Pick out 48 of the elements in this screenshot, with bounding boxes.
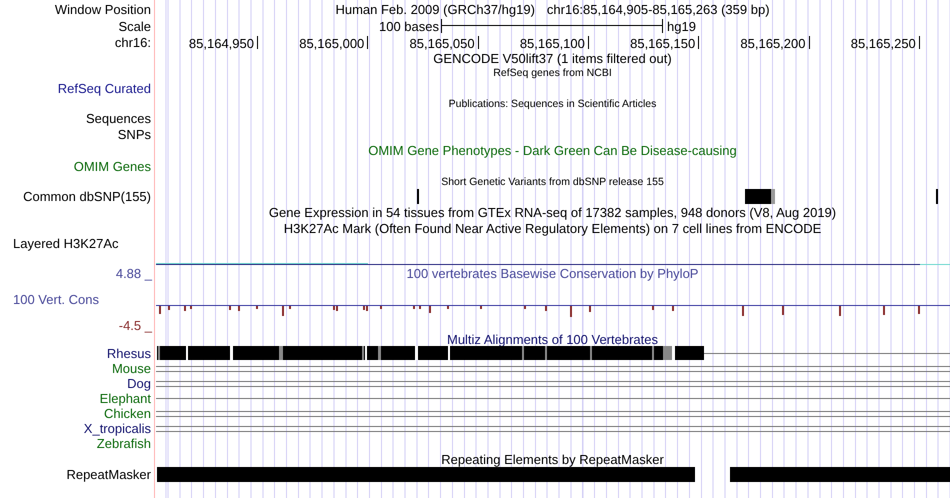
track-label[interactable]: X_tropicalis [84, 421, 151, 436]
position-title: chr16:85,164,905-85,165,263 (359 bp) [546, 2, 770, 16]
track-title: Publications: Sequences in Scientific Articles [448, 98, 656, 110]
track-title: Multiz Alignments of 100 Vertebrates [446, 332, 658, 347]
track-label[interactable]: Mouse [112, 361, 151, 376]
tick-label: 85,164,950 [188, 36, 255, 51]
row-label: Scale [118, 18, 151, 34]
track-label[interactable]: OMIM Genes [74, 159, 151, 174]
track-label[interactable]: Rhesus [106, 346, 151, 361]
track-title: 100 vertebrates Basewise Conservation by PhyloP [406, 266, 698, 281]
track-title: H3K27Ac Mark (Often Found Near Active Regulatory Elements) on 7 cell lines from ENCODE [284, 221, 822, 236]
assembly-title: Human Feb. 2009 (GRCh37/hg19) [335, 2, 535, 16]
track-label[interactable]: Zebrafish [96, 436, 151, 451]
row-label: chr16: [114, 35, 151, 50]
track-title: RefSeq genes from NCBI [493, 67, 612, 79]
track-title: Gene Expression in 54 tissues from GTEx RNA-seq of 17382 samples, 948 donors (V8, Aug 2019) [268, 205, 836, 220]
track-label[interactable]: Chicken [104, 406, 151, 421]
scale-length: 100 bases [379, 18, 440, 34]
tick-label: 85,165,100 [520, 36, 586, 51]
track-label[interactable]: 100 Vert. Cons [0, 292, 99, 307]
track-label[interactable]: RepeatMasker [66, 467, 151, 482]
axis-max-label: 4.88 _ [114, 266, 152, 281]
track-label[interactable]: SNPs [118, 126, 151, 142]
axis-min-label: -4.5 _ [118, 318, 152, 333]
track-label[interactable]: Common dbSNP(155) [23, 189, 151, 204]
tick-mark [588, 36, 589, 49]
tick-label: 85,165,000 [299, 36, 366, 51]
tick-label: 85,165,200 [740, 36, 806, 51]
track-label[interactable]: Elephant [100, 391, 151, 406]
tick-mark [367, 36, 368, 49]
tick-mark [808, 36, 810, 49]
track-title: Short Genetic Variants from dbSNP release 155 [441, 176, 664, 188]
track-label[interactable]: Dog [127, 376, 151, 391]
track-label[interactable]: Sequences [86, 111, 151, 126]
tick-mark [918, 36, 920, 49]
track-label[interactable]: Layered H3K27Ac [13, 236, 119, 251]
track-label[interactable]: RefSeq Curated [58, 80, 151, 96]
row-label: Window Position [54, 2, 151, 16]
tick-label: 85,165,050 [410, 36, 476, 51]
track-title: GENCODE V50lift37 (1 items filtered out) [433, 51, 672, 66]
track-title: Repeating Elements by RepeatMasker [441, 452, 664, 466]
tick-label: 85,165,250 [850, 36, 917, 51]
tick-label: 85,165,150 [630, 36, 696, 51]
tick-mark [478, 36, 479, 49]
track-title: OMIM Gene Phenotypes - Dark Green Can Be Disease-causing [368, 143, 737, 158]
scale-assembly: hg19 [666, 18, 696, 34]
tick-mark [257, 36, 258, 49]
tick-mark [698, 36, 700, 49]
